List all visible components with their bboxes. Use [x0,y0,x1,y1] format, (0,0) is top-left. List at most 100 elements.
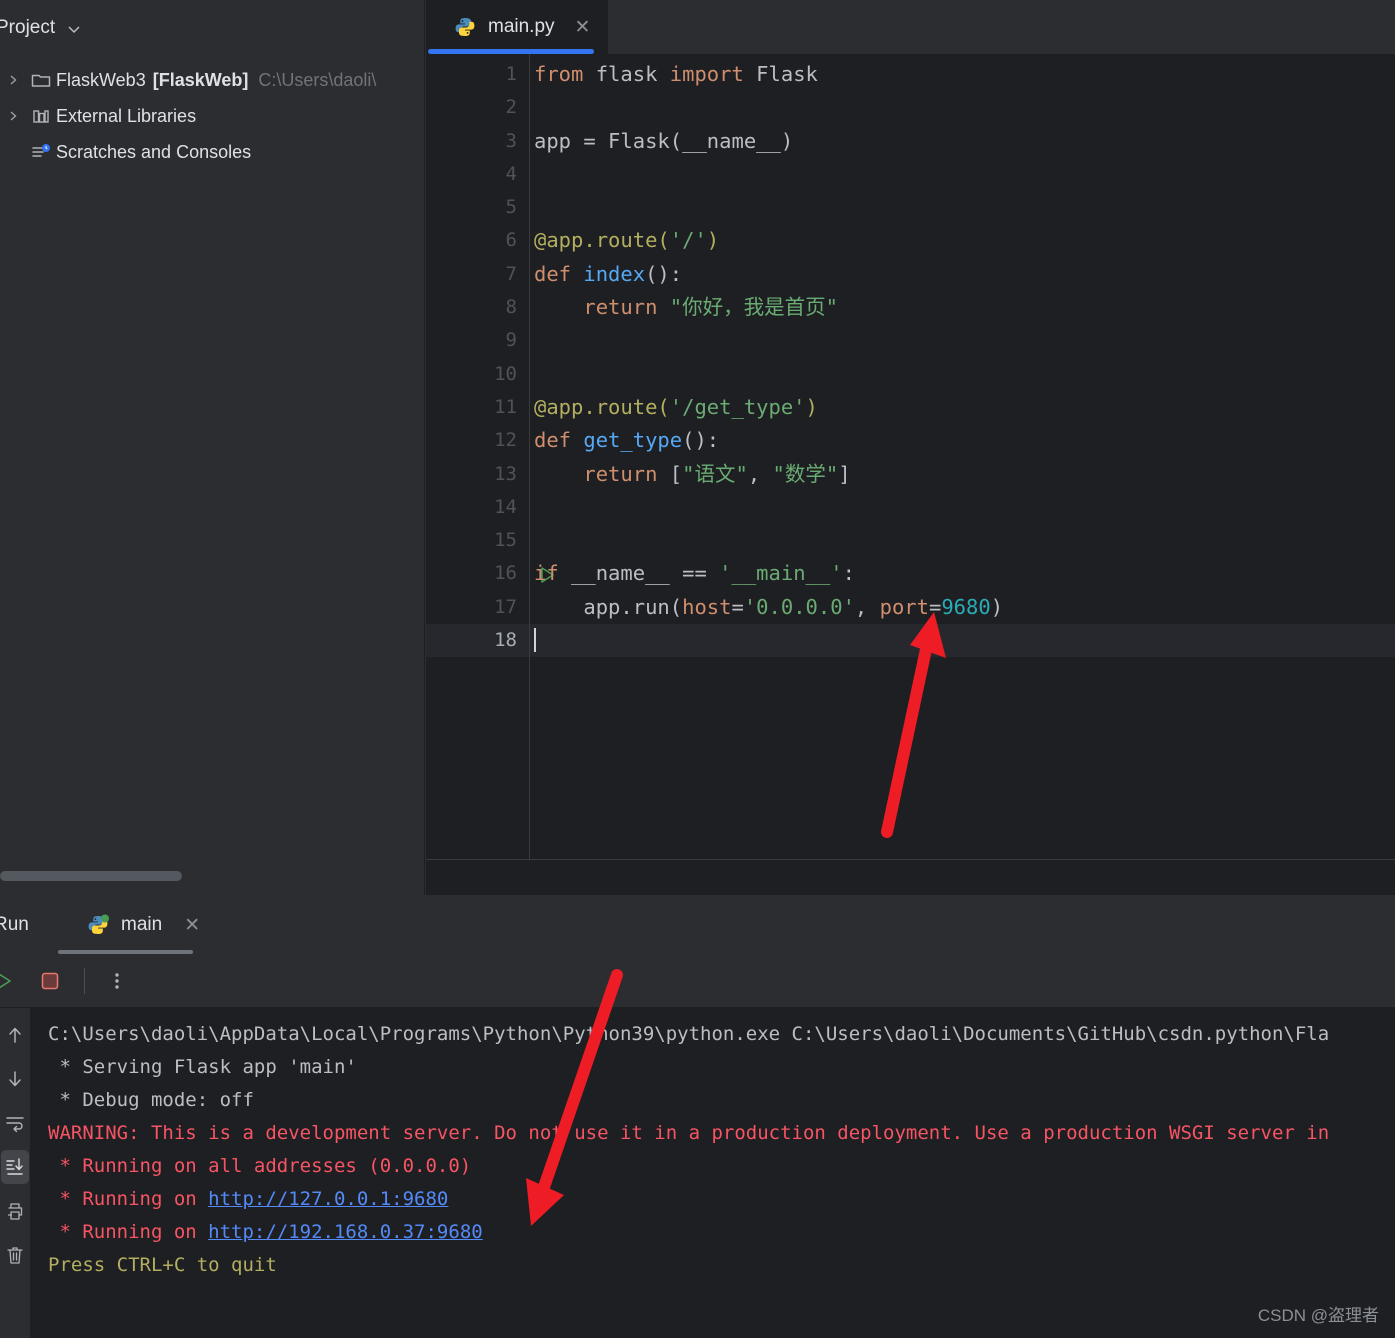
chevron-right-icon[interactable] [0,110,26,122]
gutter-line-number[interactable]: 3 [426,125,529,158]
console-line: WARNING: This is a development server. D… [48,1117,1395,1150]
gutter-line-number[interactable]: 2 [426,91,529,124]
gutter-line-number[interactable]: 9 [426,324,529,357]
code-token: 9680 [941,594,991,619]
editor-bottom-divider [426,859,1395,860]
editor-tab-main-py[interactable]: main.py ✕ [426,0,609,54]
tree-item-external-libraries[interactable]: External Libraries [0,98,424,134]
code-line[interactable] [530,91,1395,124]
code-line[interactable] [530,158,1395,191]
close-icon[interactable]: ✕ [184,916,200,935]
printer-icon[interactable] [1,1194,29,1228]
gutter-line-number[interactable]: 17 [426,591,529,624]
project-panel-title: Project [0,17,56,38]
gutter-line-number[interactable]: 1 [426,58,529,91]
gutter-line-number[interactable]: 5 [426,191,529,224]
code-token: app.run( [534,594,683,619]
code-token: "你好，我是首页" [669,295,838,320]
rerun-button[interactable] [0,963,22,999]
trash-icon[interactable] [1,1238,29,1272]
console-text: * Serving Flask app 'main' [48,1056,357,1078]
code-token: "数学" [772,461,839,486]
code-token: get_type [583,428,683,453]
code-token: @app.route( [534,394,670,419]
soft-wrap-button[interactable] [1,1106,29,1140]
console-output[interactable]: C:\Users\daoli\AppData\Local\Programs\Py… [30,1008,1395,1338]
gutter-line-number[interactable]: 13 [426,458,529,491]
code-line[interactable] [530,324,1395,357]
code-line[interactable]: from flask import Flask [530,58,1395,91]
code-token: return [583,461,658,486]
code-token: Flask [743,62,818,86]
code-token: port [879,594,929,619]
run-panel-title: Run [0,914,29,935]
console-text: WARNING: This is a development server. D… [48,1122,1330,1144]
code-line[interactable]: app.run(host='0.0.0.0', port=9680) [530,591,1395,624]
gutter-line-number[interactable]: 14 [426,491,529,524]
code-token: ) [805,394,818,419]
console-side-toolbar [0,1008,30,1338]
more-options-button[interactable] [99,963,135,999]
gutter-line-number[interactable]: 15 [426,524,529,557]
gutter-line-number[interactable]: 18 [426,624,529,658]
console-url-link[interactable]: http://192.168.0.37:9680 [208,1221,483,1243]
run-tab-label: main [121,914,163,935]
console-line: * Running on all addresses (0.0.0.0) [48,1150,1395,1183]
code-line[interactable]: @app.route('/get_type') [530,391,1395,424]
gutter-line-number[interactable]: 8 [426,291,529,324]
project-horizontal-scrollbar[interactable] [0,871,182,881]
code-line[interactable]: if __name__ == '__main__': [530,557,1395,590]
editor-code-area[interactable]: from flask import Flask app = Flask(__nam… [530,54,1395,860]
run-tab-main[interactable]: main ✕ [72,896,216,954]
code-token: from [534,62,584,86]
code-token: index [583,261,646,286]
chevron-down-icon[interactable] [67,22,81,36]
code-line[interactable] [530,491,1395,524]
scroll-up-button[interactable] [1,1018,29,1052]
code-token: def [534,261,572,286]
gutter-line-number[interactable]: 12 [426,424,529,457]
code-line[interactable] [530,358,1395,391]
code-token: def [534,428,572,453]
code-token: return [583,295,658,320]
chevron-right-icon[interactable] [0,74,26,86]
gutter-line-number[interactable]: 11 [426,391,529,424]
editor-tab-label: main.py [488,16,555,37]
pycharm-window: Project FlaskWeb3 [FlaskWeb] C:\Users\da… [0,0,1395,1338]
code-line[interactable]: @app.route('/') [530,224,1395,257]
project-panel-header[interactable]: Project [0,0,424,56]
editor-tab-bar-empty [608,0,1395,54]
code-token: if [534,561,559,586]
run-tool-window: Run main ✕ C:\Users\daoli\AppData\Local\… [0,896,1395,1338]
stop-button[interactable] [32,963,68,999]
console-url-link[interactable]: http://127.0.0.1:9680 [208,1188,448,1210]
console-text: * Debug mode: off [48,1089,254,1111]
scroll-to-end-button[interactable] [1,1150,29,1184]
code-token: "语文" [682,461,748,486]
editor-tab-bar: main.py ✕ [426,0,1395,54]
gutter-line-number[interactable]: 6 [426,224,529,257]
close-icon[interactable]: ✕ [575,18,591,37]
code-line[interactable]: def index(): [530,258,1395,291]
code-token: __name__ == [558,561,720,586]
code-token: '__main__' [719,561,843,586]
code-line[interactable] [530,624,1395,658]
gutter-line-number[interactable]: 7 [426,258,529,291]
gutter-line-number[interactable]: 4 [426,158,529,191]
editor-gutter[interactable]: 1 2 3 4 5 6 7 8 9 10 11 12 13 14 15 16 17 18 [426,54,554,860]
code-line[interactable] [530,524,1395,557]
code-line[interactable]: def get_type(): [530,424,1395,457]
scratches-icon [26,143,56,161]
gutter-line-number[interactable]: 16 [426,557,554,590]
code-line[interactable]: return ["语文", "数学"] [530,458,1395,491]
gutter-line-number[interactable]: 10 [426,358,529,391]
code-line[interactable] [530,191,1395,224]
scroll-down-button[interactable] [1,1062,29,1096]
code-editor[interactable]: 1 2 3 4 5 6 7 8 9 10 11 12 13 14 15 16 17 18 from flask i… [426,54,1395,860]
code-line[interactable]: app = Flask(__name__) [530,125,1395,158]
tree-item-scratches-and-consoles[interactable]: Scratches and Consoles [0,134,424,170]
code-line[interactable]: return "你好，我是首页" [530,291,1395,324]
tree-item-flaskweb3[interactable]: FlaskWeb3 [FlaskWeb] C:\Users\daoli\ [0,62,424,98]
